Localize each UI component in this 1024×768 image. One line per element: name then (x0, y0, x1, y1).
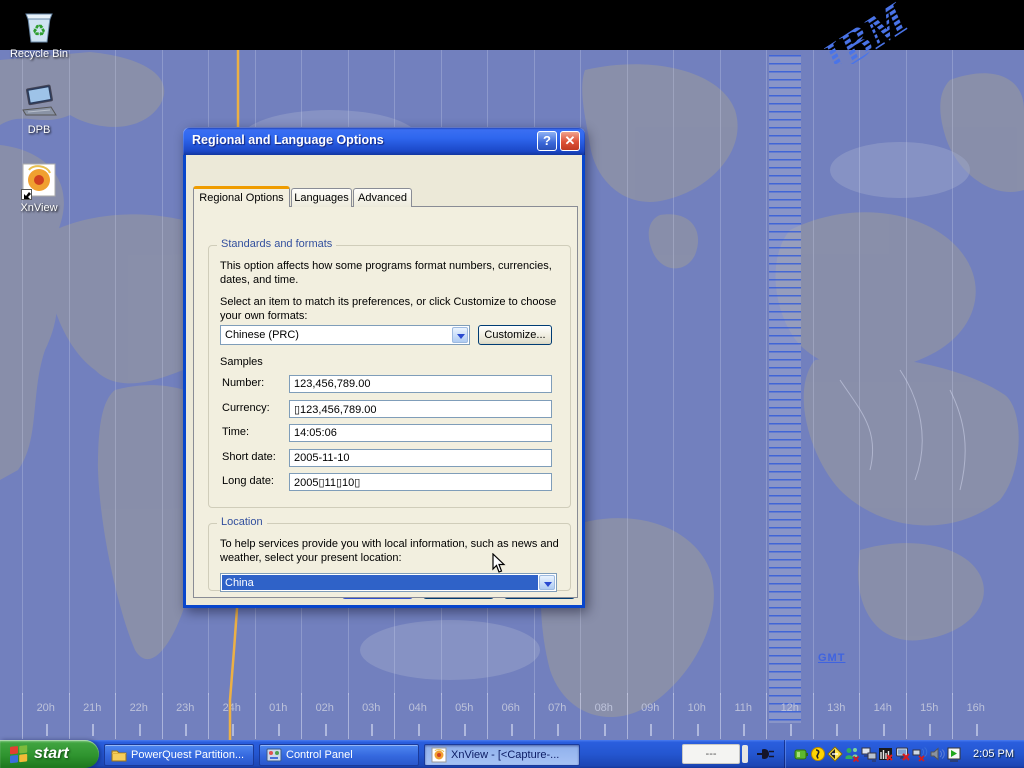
dialog-title: Regional and Language Options (192, 133, 384, 147)
system-tray (784, 740, 967, 768)
svg-text:♻: ♻ (32, 23, 46, 40)
task-button-powerquest-partition[interactable]: PowerQuest Partition... (104, 744, 254, 766)
network-places-icon[interactable] (861, 746, 877, 762)
sample-field-short-date-[interactable]: 2005-11-10 (289, 449, 552, 467)
customize-button[interactable]: Customize... (478, 325, 552, 345)
sample-field-number-[interactable]: 123,456,789.00 (289, 375, 552, 393)
desktop-icon-recycle-bin[interactable]: ♻ Recycle Bin (0, 6, 78, 60)
power-meter-icon[interactable] (793, 746, 809, 762)
laptop-icon (19, 82, 59, 122)
standards-description: This option affects how some programs fo… (220, 259, 565, 287)
tab-languages[interactable]: Languages (291, 188, 352, 207)
task-button-label: PowerQuest Partition... (131, 749, 244, 761)
desktop-icon-dpb[interactable]: DPB (0, 82, 78, 136)
samples-label: Samples (220, 355, 263, 369)
taskbar-clock[interactable]: 2:05 PM (967, 748, 1024, 760)
sample-label: Long date: (222, 475, 274, 487)
folder-icon (111, 747, 127, 763)
sample-label: Number: (222, 377, 264, 389)
location-description: To help services provide you with local … (220, 537, 565, 565)
volume-icon[interactable] (929, 746, 945, 762)
regional-language-options-dialog: Regional and Language Options ? ✕ Region… (183, 127, 585, 608)
format-combobox-value: Chinese (PRC) (225, 329, 449, 341)
deskband-grip[interactable] (742, 745, 748, 763)
sample-label: Currency: (222, 402, 270, 414)
desktop-icon-label: DPB (0, 124, 78, 136)
messenger-icon[interactable] (810, 746, 826, 762)
power-plug-icon (756, 745, 778, 763)
offline-contacts-icon[interactable] (844, 746, 860, 762)
standards-group-label: Standards and formats (217, 238, 336, 250)
ibm-logo-text: IBM (813, 0, 918, 64)
recycle-bin-icon: ♻ (19, 6, 59, 46)
windows-flag-icon (9, 744, 29, 764)
chevron-down-icon[interactable] (452, 327, 468, 343)
deskband[interactable]: --- (682, 744, 740, 764)
top-black-band: IBM (0, 0, 1024, 50)
tab-advanced[interactable]: Advanced (353, 188, 412, 207)
desktop-icon-xnview[interactable]: XnView (0, 160, 78, 214)
shortcut-arrow-icon (21, 189, 32, 200)
dialog-titlebar[interactable]: Regional and Language Options ? ✕ (183, 127, 585, 155)
sample-label: Time: (222, 426, 249, 438)
location-combobox-value: China (225, 577, 536, 589)
task-button-label: XnView - [<Capture-... (451, 749, 559, 761)
sample-field-long-date-[interactable]: 2005▯11▯10▯ (289, 473, 552, 491)
task-buttons: PowerQuest Partition... Control Panel XnVi… (99, 743, 682, 766)
location-group-label: Location (217, 516, 267, 528)
display-icon[interactable] (946, 746, 962, 762)
computer-error-icon[interactable] (895, 746, 911, 762)
desktop-icon-label: Recycle Bin (0, 48, 78, 60)
chevron-down-icon[interactable] (539, 575, 555, 590)
start-button-label: start (34, 745, 69, 763)
tab-regional-options[interactable]: Regional Options (193, 186, 290, 207)
sample-label: Short date: (222, 451, 276, 463)
location-combobox[interactable]: China (220, 573, 557, 592)
format-combobox[interactable]: Chinese (PRC) (220, 325, 470, 345)
start-button[interactable]: start (0, 740, 99, 768)
help-button[interactable]: ? (537, 131, 557, 151)
mouse-cursor (492, 553, 506, 574)
task-button-control-panel[interactable]: Control Panel (259, 744, 419, 766)
desktop-icon-label: XnView (0, 202, 78, 214)
xnview-shortcut-icon (19, 160, 59, 200)
close-button[interactable]: ✕ (560, 131, 580, 151)
task-button-label: Control Panel (286, 749, 353, 761)
taskbar: start PowerQuest Partition... Control Pan… (0, 740, 1024, 768)
network-error-icon[interactable] (912, 746, 928, 762)
dialog-body: Regional OptionsLanguagesAdvanced Standa… (183, 155, 585, 608)
ibm-logo: IBM (756, 0, 966, 64)
app-error-icon[interactable] (878, 746, 894, 762)
sample-field-time-[interactable]: 14:05:06 (289, 424, 552, 442)
xnview-icon (431, 747, 447, 763)
tab-page: Standards and formats This option affect… (193, 206, 578, 598)
standards-select-hint: Select an item to match its preferences,… (220, 295, 570, 323)
access-connections-icon[interactable] (827, 746, 843, 762)
control-panel-icon (266, 747, 282, 763)
sample-field-currency-[interactable]: ▯123,456,789.00 (289, 400, 552, 418)
task-button-xnview-capture[interactable]: XnView - [<Capture-... (424, 744, 580, 766)
